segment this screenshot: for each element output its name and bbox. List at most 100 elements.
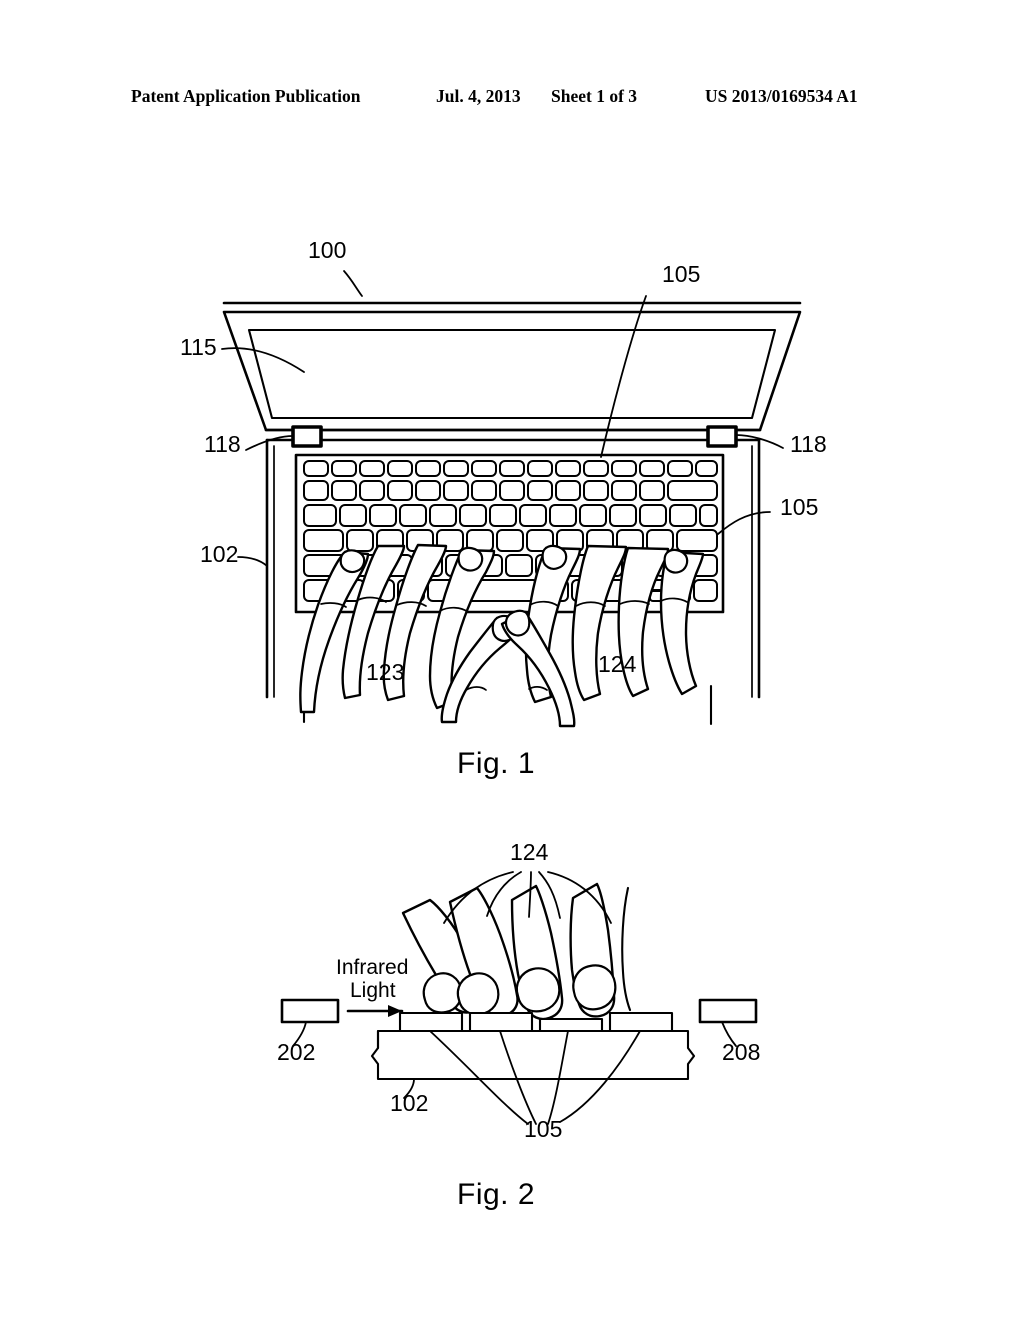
key-row-numbers [303,480,718,501]
leader-fig2-105-a [429,1030,529,1125]
space-bar [427,579,539,602]
left-thumb-nail [491,614,520,642]
fig2-keycap-1 [398,1011,464,1033]
arrow-down-key [631,590,647,602]
ref-label-fig2-102: 102 [390,1090,428,1116]
figure-2-caption: Fig. 2 [457,1178,536,1211]
left-ring-finger [341,544,406,700]
leader-115 [221,347,305,373]
figure-2-ref-labels: 124 202 208 102 105 [277,839,760,1142]
right-ring-crease [619,600,650,605]
figure-1-caption: Fig. 1 [457,747,536,780]
leader-105-right [717,511,771,535]
right-thumb [500,610,576,728]
fig2-finger-4-nail [572,964,617,1011]
header-sheet: Sheet 1 of 3 [551,86,638,106]
left-thumb-crease [465,686,487,691]
infrared-light-arrow [346,1005,404,1017]
leader-fig2-102 [403,1078,415,1099]
left-pinky-crease [320,602,347,608]
arrow-cluster-key [649,579,691,591]
ref-label-124: 124 [598,651,637,677]
figure-2-knuckle-leaders [443,871,612,924]
ref-label-123: 123 [366,659,404,685]
hinge-left-block [291,425,323,448]
leader-208 [721,1021,737,1047]
left-pinky [299,550,370,714]
ir-sensor-block [698,998,758,1024]
leader-118-left [245,435,294,451]
hinge-right-118 [706,425,738,448]
fig2-base-body [370,1029,696,1081]
arrow-up-key [631,579,647,591]
infrared-light-label: Infrared Light [336,956,408,1002]
right-index-finger [524,546,582,704]
right-pinky-crease [660,597,688,603]
header-title: Patent Application Publication [131,86,361,106]
hands-group-fig1 [299,543,713,728]
left-index-crease [439,606,469,613]
ref-label-fig2-124: 124 [510,839,549,865]
right-middle-crease [575,601,606,607]
leader-124-a [443,871,514,924]
leader-124-c [528,871,532,918]
fig2-hand-outer-edge [621,886,632,1012]
leader-124-d [538,871,561,919]
key-row-space [303,579,718,602]
figure-2-leaders [403,1030,641,1125]
left-middle-finger [382,543,448,702]
right-index-nail [541,544,568,570]
ir-emitter-block [280,998,340,1024]
figure-2-fingers [401,882,632,1021]
hinge-left-118 [291,425,323,448]
ref-label-115: 115 [180,334,217,360]
infrared-label-line1: Infrared [336,956,408,979]
fig2-keycap-2 [468,1011,534,1033]
key-row-shift [303,554,718,577]
publication-header: Patent Application Publication Jul. 4, 2… [0,86,1024,112]
ir-arrow-head [388,1005,402,1017]
arrow-right-key [649,590,691,602]
figure-1-ref-labels: 100 105 115 118 118 105 102 123 124 [180,237,827,685]
leader-118-right [735,434,784,449]
ref-label-118-left: 118 [204,431,241,457]
laptop-lid [222,301,802,432]
right-pinky [659,550,705,696]
leader-102 [237,556,268,567]
keyboard-bezel [294,453,725,614]
keyboard-outline [294,453,725,614]
figure-1-leaders [221,270,784,567]
ref-label-105-right: 105 [780,494,818,520]
right-hand-124 [500,544,713,728]
figure-1-drawing: 100 105 115 118 118 105 102 123 124 124 … [180,237,827,1142]
leader-fig2-105-c [547,1030,569,1125]
key-row-qwerty [303,504,718,527]
left-index-nail [457,546,484,572]
fig2-finger-1-nail [422,972,463,1014]
figure-2-keycaps-105 [398,1011,674,1033]
hinge-right-block [706,425,738,448]
infrared-label-line2: Light [350,979,396,1002]
fig2-finger-3 [510,884,564,1021]
lid-body [222,310,802,432]
display-screen-115 [247,328,777,420]
figure-2-emitter-202 [280,998,340,1047]
fig2-keycap-3 [538,1017,604,1033]
leader-124-b [486,871,522,917]
fig2-finger-4 [569,882,616,1018]
ref-label-fig2-208: 208 [722,1039,760,1065]
fig2-finger-2-nail [456,972,500,1016]
ref-label-105-top: 105 [662,261,700,287]
leader-fig2-105-d [559,1030,641,1123]
leader-105-top [600,295,647,458]
right-middle-finger [571,544,628,702]
ref-label-fig2-105: 105 [524,1116,562,1142]
right-thumb-crease [528,686,548,691]
key-row-home [303,529,718,552]
header-pub-number: US 2013/0169534 A1 [705,86,858,106]
leader-202 [292,1021,307,1047]
left-hand-123 [299,543,520,724]
fig2-finger-2 [448,886,519,1018]
leader-fig2-105-b [499,1030,537,1125]
right-index-crease [529,600,559,607]
